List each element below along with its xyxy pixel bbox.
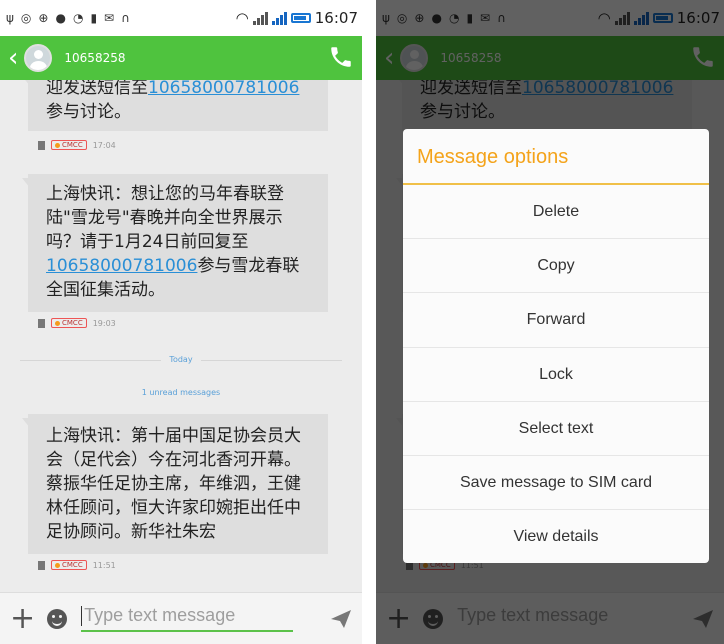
option-lock[interactable]: Lock [403, 348, 709, 402]
signal-icon [271, 11, 287, 25]
message-input[interactable]: Type text message [81, 604, 294, 633]
message-icon: ✉ [104, 11, 115, 25]
message-bubble[interactable]: 上海快讯：第十届中国足协会员大会（足代会）今在河北香河开幕。蔡振华任足协主席，年… [22, 414, 328, 554]
battery-icon [290, 13, 311, 23]
attach-icon[interactable]: + [10, 603, 35, 634]
send-icon[interactable] [328, 607, 354, 631]
usb-icon: ψ [6, 11, 14, 25]
option-select-text[interactable]: Select text [403, 402, 709, 456]
dialog-title: Message options [403, 129, 709, 185]
day-divider: Today [0, 355, 362, 364]
unread-label: 1 unread messages [0, 388, 362, 397]
doc-icon [38, 140, 45, 150]
options-screen: ψ ◎ ⊕ ● ◔ ▮ ✉ ∩ ◠ 16:07 ‹ 10658258 迎发送短信… [376, 0, 724, 644]
option-copy[interactable]: Copy [403, 239, 709, 294]
operator-badge: CMCC [51, 140, 87, 150]
message-text: 上海快讯：第十届中国足协会员大会（足代会）今在河北香河开幕。蔡振华任足协主席，年… [46, 426, 301, 542]
operator-badge: CMCC [51, 318, 87, 328]
sync-icon: ⊕ [38, 11, 49, 25]
message-bubble[interactable]: 上海快讯：想让您的马年春联登陆"雪龙号"春晚并向全世界展示吗？请于1月24日前回… [22, 174, 328, 312]
clock-icon: ◔ [72, 11, 84, 25]
message-link[interactable]: 10658000781006 [46, 256, 197, 276]
headset-icon: ∩ [121, 11, 130, 25]
message-options-dialog: Message options Delete Copy Forward Lock… [403, 129, 709, 563]
message-text: 参与讨论。 [46, 102, 131, 122]
unread-label-text: 1 unread messages [133, 388, 229, 397]
notification-icon: ◎ [20, 11, 32, 25]
wifi-icon: ◠ [235, 9, 249, 27]
sd-icon: ▮ [90, 11, 98, 25]
message-link[interactable]: 10658000781006 [148, 80, 299, 98]
message-list: 迎发送短信至10658000781006参与讨论。 CMCC 17:04 上海快… [0, 80, 362, 592]
message-bubble[interactable]: 迎发送短信至10658000781006 参与讨论。 [22, 80, 328, 131]
doc-icon [38, 318, 45, 328]
status-icons: ψ ◎ ⊕ ● ◔ ▮ ✉ ∩ [6, 11, 130, 25]
option-forward[interactable]: Forward [403, 293, 709, 348]
day-divider-label: Today [161, 355, 201, 364]
message-time: 11:51 [92, 560, 116, 570]
message-text: 迎发送短信至 [46, 80, 148, 98]
app-bar: ‹ 10658258 [0, 36, 362, 80]
status-time: 16:07 [314, 9, 358, 27]
back-icon[interactable]: ‹ [8, 45, 18, 71]
contact-title: 10658258 [64, 51, 126, 65]
message-time: 17:04 [92, 140, 116, 150]
dot-icon: ● [55, 11, 66, 25]
message-input-placeholder: Type text message [84, 604, 236, 625]
screen-gutter [362, 0, 376, 644]
doc-icon [38, 560, 45, 570]
composer: + Type text message [0, 592, 362, 644]
signal-icon [252, 11, 268, 25]
option-view-details[interactable]: View details [403, 510, 709, 563]
option-delete[interactable]: Delete [403, 185, 709, 240]
avatar[interactable] [24, 44, 53, 72]
operator-badge: CMCC [51, 560, 87, 570]
message-meta: CMCC 17:04 [38, 140, 116, 150]
message-text: 上海快讯：想让您的马年春联登陆"雪龙号"春晚并向全世界展示吗？请于1月24日前回… [46, 184, 284, 252]
message-time: 19:03 [92, 318, 116, 328]
message-meta: CMCC 11:51 [38, 560, 116, 570]
conversation-screen: ψ ◎ ⊕ ● ◔ ▮ ✉ ∩ ◠ 16:07 ‹ 10658258 迎发送短信… [0, 0, 362, 644]
text-caret [81, 606, 83, 627]
option-save-to-sim[interactable]: Save message to SIM card [403, 456, 709, 511]
message-meta: CMCC 19:03 [38, 318, 116, 328]
status-bar: ψ ◎ ⊕ ● ◔ ▮ ✉ ∩ ◠ 16:07 [0, 0, 362, 36]
emoji-icon[interactable] [47, 608, 68, 629]
call-icon[interactable] [328, 44, 354, 70]
